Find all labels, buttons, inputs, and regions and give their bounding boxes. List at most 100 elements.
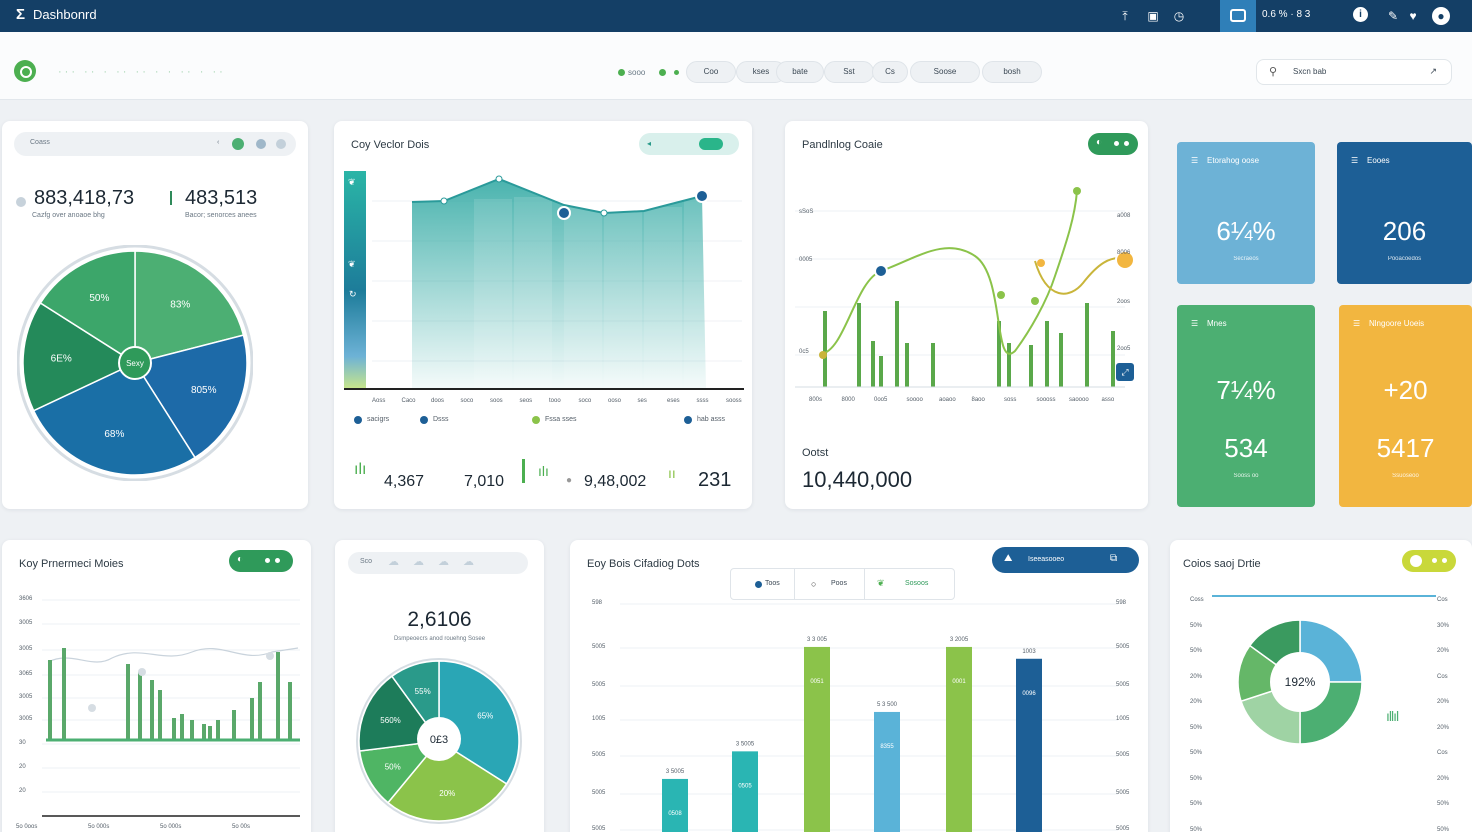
notifications-icon[interactable]: ♥ <box>1404 7 1422 25</box>
y-tick-label: 3005 <box>19 646 33 652</box>
y-tick-label: 3005 <box>19 716 33 722</box>
x-tick-label: 800s <box>809 397 823 403</box>
brand[interactable]: Ʃ Dashbonrd <box>16 6 97 23</box>
option-dot-icon[interactable] <box>256 139 266 149</box>
y-tick-label: 5005 <box>592 790 606 796</box>
chevron-icon[interactable]: ‹ <box>217 139 219 146</box>
options-toggle[interactable] <box>1402 550 1456 572</box>
tile-secondary-value: 534 <box>1224 433 1268 463</box>
y-tick-label: 5005 <box>592 752 606 758</box>
y-tick-label: 5005 <box>592 826 606 832</box>
bar-inner-label: 0508 <box>668 811 682 817</box>
y-tick-label-right: 1005 <box>1116 716 1130 722</box>
tile-value: +20 <box>1383 375 1428 405</box>
distribution-card: Sco ☁☁☁☁ 2,6106 Dsmpeoecrs anod rouehng … <box>335 540 544 832</box>
options-toggle[interactable]: ◐ <box>1088 133 1138 155</box>
edit-icon[interactable]: ✎ <box>1384 7 1402 25</box>
performance-chart <box>42 599 300 817</box>
highlight-point <box>557 206 571 220</box>
monitor-icon <box>1230 9 1246 22</box>
data-point <box>495 175 503 183</box>
screen-toggle-button[interactable] <box>1220 0 1256 32</box>
status-dot-icon <box>659 69 666 76</box>
bar <box>857 303 861 387</box>
y-tick-label: 50% <box>1190 648 1203 654</box>
stat-tile[interactable]: ☰ Eooes 206 Pooacoedos <box>1337 142 1472 284</box>
y-tick-label: 5005 <box>592 682 606 688</box>
app-logo-icon[interactable] <box>14 60 36 82</box>
y-tick-label: 2oos <box>1117 299 1131 305</box>
legend-label: sacigrs <box>367 416 390 423</box>
y-tick-label: 8006 <box>1117 250 1131 256</box>
y-tick-label-right: 5005 <box>1116 826 1130 832</box>
y-tick-label: a008 <box>1117 213 1131 219</box>
slice-label: 68% <box>104 429 124 440</box>
clock-icon[interactable]: ◷ <box>1170 7 1188 25</box>
toggle-dot-icon[interactable] <box>232 138 244 150</box>
y-tick-label: sSoS <box>799 209 814 215</box>
bar-value-label: 3 3 005 <box>807 637 828 643</box>
filter-pill[interactable]: Coo <box>686 61 736 83</box>
x-tick-label: 8000 <box>841 397 855 403</box>
x-tick-label: Aoss <box>372 398 386 404</box>
bar <box>1016 658 1042 832</box>
bar <box>190 720 194 740</box>
filter-pill[interactable]: Cs <box>872 61 908 83</box>
y-tick-label: 3005 <box>19 694 33 700</box>
card-title: Pandlnlog Coaie <box>802 139 883 151</box>
x-tick-label: seos <box>519 398 533 404</box>
x-tick-label: Caco <box>401 398 416 404</box>
view-toggle[interactable]: ◂ <box>639 133 739 155</box>
y-tick-label-right: 20% <box>1437 775 1450 782</box>
card-filter-bar[interactable]: Sco ☁☁☁☁ <box>348 552 528 574</box>
kpi-value: 883,418,73 <box>34 187 135 209</box>
card-filter-bar[interactable]: Coass ‹ <box>14 132 296 156</box>
bar <box>172 718 176 740</box>
bars-icon: ıı <box>668 465 676 481</box>
option-dot-icon[interactable] <box>276 139 286 149</box>
trend-chart-card: Pandlnlog Coaie ◐ a008 8006 2oos 2oo5 sSoS 00… <box>785 121 1148 509</box>
x-tick-label: ssss <box>696 398 709 404</box>
expand-icon[interactable]: ⤢ <box>1116 363 1134 381</box>
stat-tile[interactable]: ☰ Etorahog oose 6¼% Secraeos <box>1177 142 1315 284</box>
bar <box>250 698 254 740</box>
y-tick-label: 20% <box>1190 673 1203 680</box>
search-input[interactable]: ⚲ Sxcn bab ↗ <box>1256 59 1452 85</box>
list-icon: ☰ <box>1351 156 1359 165</box>
data-point <box>440 197 448 205</box>
tile-secondary-value: 5417 <box>1376 433 1435 463</box>
filter-pill[interactable]: Soose <box>910 61 980 83</box>
toggle-knob-icon <box>1410 555 1422 567</box>
dot-icon <box>1432 558 1437 563</box>
bar <box>804 646 830 832</box>
metric-value: 4,367 <box>384 473 425 490</box>
y-tick-label: 3005 <box>19 620 33 626</box>
avatar[interactable]: ● <box>1432 7 1450 25</box>
list-icon: ☰ <box>1191 319 1199 328</box>
filter-label: Sco <box>360 558 373 565</box>
folder-icon[interactable]: ▣ <box>1144 7 1162 25</box>
metric-caption: Dsmpeoecrs anod rouehng Sosee <box>393 636 486 642</box>
legend-dot-icon <box>532 416 540 424</box>
x-tick-label: soos <box>490 398 503 404</box>
area-band <box>604 209 642 389</box>
bar <box>180 714 184 740</box>
filter-label: Coass <box>30 139 50 146</box>
data-point <box>88 704 96 712</box>
info-icon[interactable]: i <box>1353 7 1368 22</box>
stat-tile[interactable]: ☰ Nlngoore Uoeis +20 5417 Ssuoseoo <box>1339 305 1472 507</box>
y-tick-label: 3065 <box>19 671 33 677</box>
filter-pill[interactable]: bate <box>776 61 824 83</box>
toggle-switch[interactable] <box>699 138 723 150</box>
filter-pill[interactable]: bosh <box>982 61 1042 83</box>
filter-pill[interactable]: Sst <box>824 61 874 83</box>
bar <box>946 646 972 832</box>
x-tick-label: ses <box>637 398 647 404</box>
upload-icon[interactable]: ⤒ <box>1116 7 1134 25</box>
y-tick-label: 2oo5 <box>1117 346 1131 352</box>
pie-chart: 83% 805% 68% 6E% 50% Sexy <box>17 245 253 481</box>
stat-tile[interactable]: ☰ Mnes 7¼% 534 Sooss oo <box>1177 305 1315 507</box>
y-tick-label: 30 <box>19 740 26 746</box>
y-tick-label-right: 50% <box>1437 801 1450 807</box>
search-submit-icon[interactable]: ↗ <box>1429 66 1437 77</box>
